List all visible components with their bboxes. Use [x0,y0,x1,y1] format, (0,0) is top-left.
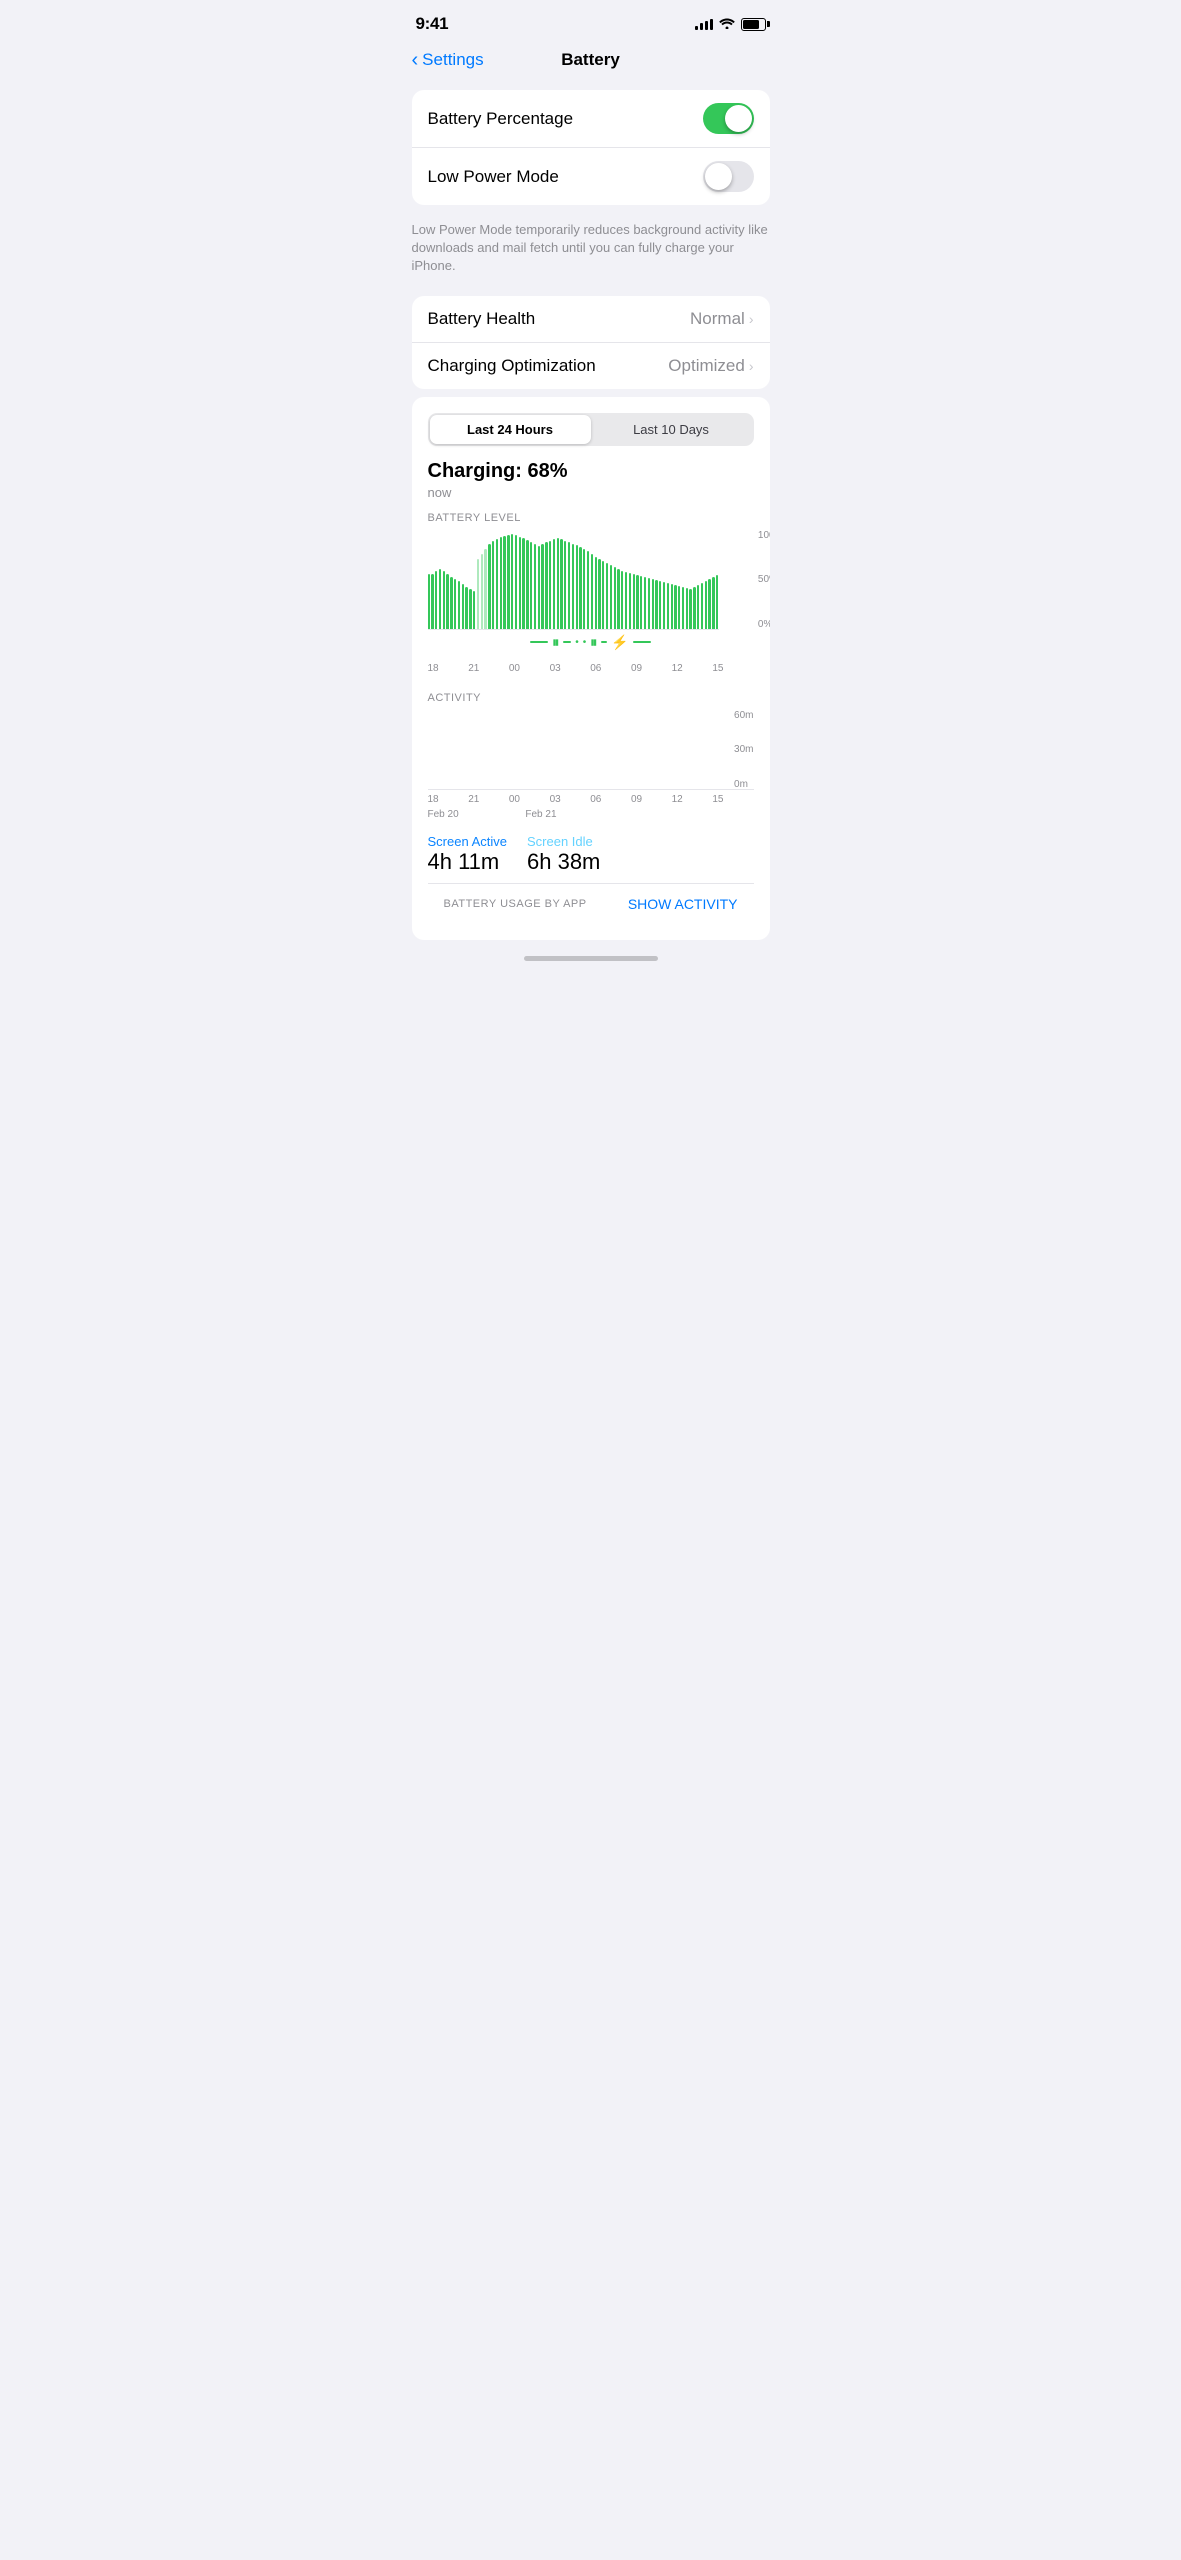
battery-usage-footer: BATTERY USAGE BY APP SHOW ACTIVITY [428,883,754,924]
battery-health-value: Normal › [690,309,753,329]
low-power-mode-row[interactable]: Low Power Mode [412,148,770,205]
charging-optimization-label: Charging Optimization [428,356,596,376]
segment-10d[interactable]: Last 10 Days [591,415,752,444]
bolt-icon: ⚡ [611,634,628,651]
battery-chart-area [428,530,719,630]
charging-info: Charging: 68% now [428,460,754,500]
battery-toggles-group: Battery Percentage Low Power Mode [412,90,770,205]
activity-label: ACTIVITY [428,692,754,704]
activity-y-labels: 60m 30m 0m [734,710,753,790]
activity-chart-container: 60m 30m 0m [428,710,754,790]
activity-section: ACTIVITY 60m 30m 0m 18 21 00 03 06 09 12… [428,692,754,820]
screen-active-value: 4h 11m [428,849,508,875]
page-title: Battery [561,50,620,70]
battery-health-chevron: › [749,311,754,327]
battery-chart-wrapper: 100% 50% 0% [428,530,754,630]
battery-level-label: BATTERY LEVEL [428,512,754,524]
pause-icon: ⏸ [552,634,559,651]
charging-optimization-chevron: › [749,358,754,374]
date-sublabels: Feb 20 Feb 21 [428,809,754,820]
battery-health-label: Battery Health [428,309,536,329]
battery-x-labels: 18 21 00 03 06 09 12 15 [428,659,754,678]
pause-icon-2: ⏸ [590,634,597,651]
status-time: 9:41 [416,14,449,34]
chart-card: Last 24 Hours Last 10 Days Charging: 68%… [412,397,770,940]
status-bar: 9:41 [396,0,786,42]
battery-percentage-toggle[interactable] [703,103,754,134]
screen-idle-value: 6h 38m [527,849,600,875]
show-activity-button[interactable]: SHOW ACTIVITY [628,896,738,912]
status-icons [695,17,766,32]
back-label: Settings [422,50,483,70]
charging-percent: Charging: 68% [428,460,754,483]
battery-status-icon [741,18,766,31]
battery-percentage-row[interactable]: Battery Percentage [412,90,770,148]
charging-indicators: ⏸ • • ⏸ ⚡ [428,630,754,659]
activity-bars-area [428,710,754,790]
charging-optimization-value: Optimized › [668,356,753,376]
charge-indicator-2 [563,641,571,643]
back-arrow-icon: ‹ [412,49,419,72]
low-power-mode-label: Low Power Mode [428,167,559,187]
usage-summary: Screen Active 4h 11m Screen Idle 6h 38m [428,834,754,875]
battery-level-section: BATTERY LEVEL 100% 50% 0% ⏸ • • ⏸ ⚡ 18 [428,512,754,678]
battery-y-labels: 100% 50% 0% [758,530,770,630]
back-button[interactable]: ‹ Settings [412,49,484,72]
charge-indicator-3 [601,641,607,643]
battery-percentage-label: Battery Percentage [428,109,574,129]
screen-active-item: Screen Active 4h 11m [428,834,508,875]
low-power-description: Low Power Mode temporarily reduces backg… [396,213,786,288]
nav-bar: ‹ Settings Battery [396,42,786,82]
charging-optimization-row[interactable]: Charging Optimization Optimized › [412,343,770,389]
dot-2: • [583,637,587,648]
low-power-mode-toggle[interactable] [703,161,754,192]
battery-usage-label: BATTERY USAGE BY APP [444,898,587,910]
charge-indicator-4 [633,641,651,643]
screen-idle-item: Screen Idle 6h 38m [527,834,600,875]
wifi-icon [719,17,735,32]
battery-health-row[interactable]: Battery Health Normal › [412,296,770,343]
screen-active-label: Screen Active [428,834,508,849]
charging-time: now [428,485,754,500]
screen-idle-label: Screen Idle [527,834,600,849]
charge-indicator-1 [530,641,548,643]
dot-1: • [575,637,579,648]
home-indicator [396,948,786,965]
battery-health-group: Battery Health Normal › Charging Optimiz… [412,296,770,389]
time-segment-control[interactable]: Last 24 Hours Last 10 Days [428,413,754,446]
segment-24h[interactable]: Last 24 Hours [430,415,591,444]
signal-icon [695,18,713,30]
activity-x-labels: 18 21 00 03 06 09 12 15 [428,790,754,809]
home-bar [524,956,658,961]
